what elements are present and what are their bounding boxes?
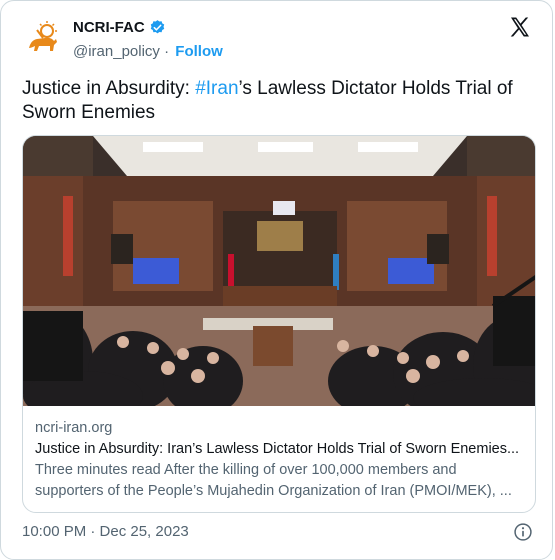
account-name[interactable]: NCRI-FAC xyxy=(73,19,145,36)
verified-badge-icon xyxy=(150,20,164,34)
account-handle[interactable]: @iran_policy xyxy=(73,43,160,60)
card-domain: ncri-iran.org xyxy=(35,420,113,436)
tweet-text-start: Justice in Absurdity: xyxy=(22,78,196,99)
separator-dot: · xyxy=(164,43,170,60)
card-description: Three minutes read After the killing of … xyxy=(35,462,512,499)
account-name-row: NCRI-FAC xyxy=(73,19,166,36)
tweet-timestamp[interactable]: 10:00 PM · Dec 25, 2023 xyxy=(22,523,189,540)
card-info: ncri-iran.org Justice in Absurdity: Iran… xyxy=(35,418,525,502)
card-title[interactable]: Justice in Absurdity: Iran’s Lawless Dic… xyxy=(35,439,525,460)
handle-row: @iran_policy · Follow xyxy=(73,43,223,60)
x-logo-icon[interactable] xyxy=(508,15,532,39)
tweet-card: NCRI-FAC @iran_policy · Follow Justice i… xyxy=(0,0,553,560)
tweet-text: Justice in Absurdity: #Iran’s Lawless Di… xyxy=(22,77,542,125)
hashtag-link[interactable]: #Iran xyxy=(195,78,238,99)
courtroom-photo xyxy=(23,136,535,406)
follow-button[interactable]: Follow xyxy=(175,43,223,60)
account-avatar[interactable] xyxy=(23,18,63,58)
link-preview-card[interactable]: ncri-iran.org Justice in Absurdity: Iran… xyxy=(22,135,536,513)
info-icon[interactable] xyxy=(513,522,533,542)
lion-sun-logo-icon xyxy=(29,21,57,51)
